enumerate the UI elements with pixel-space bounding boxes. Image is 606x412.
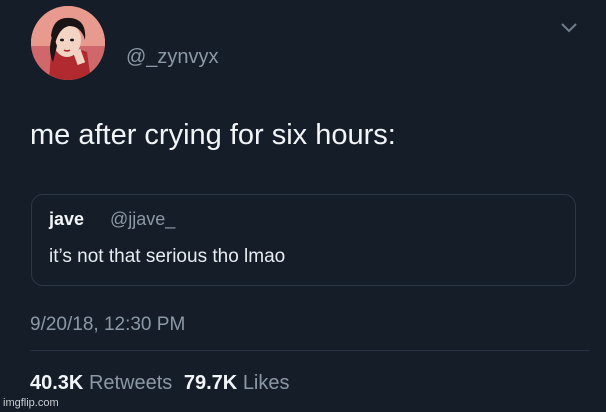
retweets-label: Retweets: [88, 372, 173, 394]
tweet-text: me after crying for six hours:: [30, 119, 396, 151]
watermark: imgflip.com: [3, 397, 59, 409]
tweet-timestamp[interactable]: 9/20/18, 12:30 PM: [30, 314, 185, 336]
divider: [30, 350, 590, 351]
likes-stat[interactable]: 79.7K Likes: [184, 372, 296, 394]
quoted-author-handle: @jjave_: [110, 209, 176, 229]
likes-label: Likes: [242, 372, 290, 394]
likes-count: 79.7K: [183, 372, 238, 394]
chevron-down-icon[interactable]: [560, 22, 578, 34]
tweet-stats: 40.3K Retweets 79.7K Likes: [30, 372, 296, 395]
quoted-author-name: jave: [49, 209, 85, 229]
retweets-stat[interactable]: 40.3K Retweets: [30, 372, 184, 394]
quoted-tweet[interactable]: jave @jjave_ it’s not that serious tho l…: [31, 194, 576, 286]
avatar[interactable]: [31, 6, 105, 80]
author-handle[interactable]: @_zynvyx: [126, 46, 219, 69]
avatar-image: [31, 6, 105, 80]
quoted-tweet-text: it’s not that serious tho lmao: [49, 246, 286, 267]
tweet-screenshot: { "author": { "handle": "@_zynvyx", "ava…: [0, 0, 606, 412]
retweets-count: 40.3K: [30, 372, 84, 394]
